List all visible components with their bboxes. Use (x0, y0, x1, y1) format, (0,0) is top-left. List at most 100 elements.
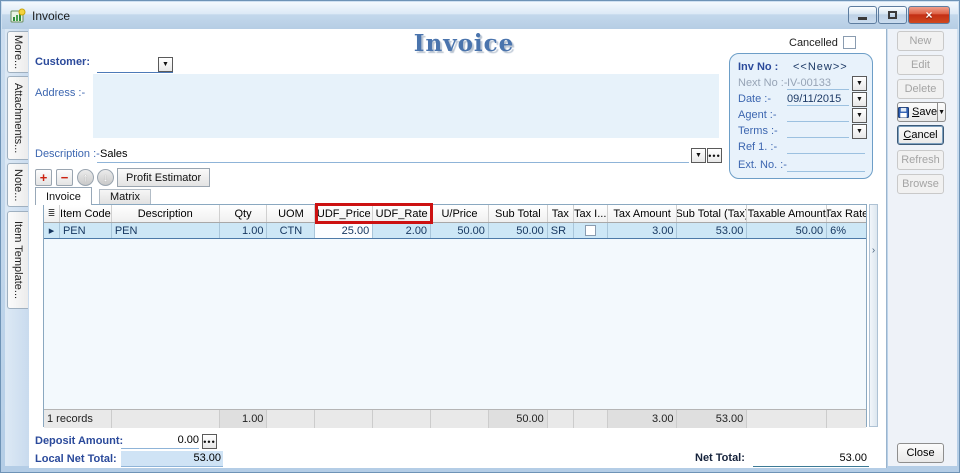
col-qty[interactable]: Qty (220, 205, 268, 222)
col-udf-rate[interactable]: UDF_Rate (373, 205, 431, 222)
cell-taxable-amount[interactable]: 50.00 (747, 223, 827, 238)
records-count: 1 records (44, 410, 112, 428)
col-tax-amount[interactable]: Tax Amount (608, 205, 678, 222)
date-dropdown-icon[interactable]: ▼ (852, 92, 867, 107)
edit-button[interactable]: Edit (897, 55, 944, 75)
cell-item-code[interactable]: PEN (60, 223, 112, 238)
col-uom[interactable]: UOM (267, 205, 315, 222)
cell-sub-total[interactable]: 50.00 (489, 223, 548, 238)
customer-combobox[interactable]: ▼ (97, 57, 173, 73)
terms-label: Terms :- (738, 125, 778, 137)
sidebar-tab-attachments[interactable]: Attachments... (7, 76, 28, 160)
ref1-label: Ref 1. :- (738, 141, 777, 153)
description-label: Description :- (35, 148, 100, 160)
browse-button[interactable]: Browse (897, 174, 944, 194)
address-label: Address :- (35, 87, 85, 99)
tab-matrix[interactable]: Matrix (99, 189, 151, 205)
cell-tax-amount[interactable]: 3.00 (608, 223, 678, 238)
deposit-amount-field[interactable]: 0.00 (121, 434, 199, 449)
sidebar-tab-item-template[interactable]: Item Template... (7, 211, 28, 309)
cell-description[interactable]: PEN (112, 223, 220, 238)
address-field[interactable] (93, 74, 719, 138)
cell-qty[interactable]: 1.00 (220, 223, 268, 238)
cell-uom[interactable]: CTN (267, 223, 315, 238)
net-total-label: Net Total: (695, 452, 745, 464)
date-label: Date :- (738, 93, 771, 105)
deposit-amount-label: Deposit Amount: (35, 435, 123, 447)
cell-sub-total-tax[interactable]: 53.00 (677, 223, 747, 238)
next-no-dropdown-icon[interactable]: ▼ (852, 76, 867, 91)
minimize-button[interactable] (848, 6, 877, 24)
ext-no-label: Ext. No. :- (738, 159, 787, 171)
cell-udf-price[interactable]: 25.00 (315, 223, 373, 238)
col-u-price[interactable]: U/Price (431, 205, 489, 222)
cancel-button[interactable]: Cancel (897, 125, 944, 145)
cancelled-checkbox[interactable] (843, 36, 856, 49)
move-down-button[interactable]: ↓ (97, 169, 114, 186)
col-sub-total-tax[interactable]: Sub Total (Tax) (677, 205, 747, 222)
inv-no-value: <<New>> (793, 61, 855, 73)
main-form-area: Invoice Cancelled Customer: ▼ Address :-… (29, 29, 887, 468)
cell-tax-rate[interactable]: 6% (827, 223, 866, 238)
agent-label: Agent :- (738, 109, 777, 121)
app-icon (10, 8, 26, 24)
save-button-label: Save (912, 106, 937, 118)
customer-label: Customer: (35, 56, 90, 68)
tax-inclusive-checkbox[interactable] (585, 225, 596, 236)
col-tax[interactable]: Tax (548, 205, 574, 222)
maximize-button[interactable] (878, 6, 907, 24)
grid-selector-icon[interactable]: ≣ (48, 208, 56, 219)
inv-no-label: Inv No : (738, 61, 778, 73)
remove-row-button[interactable]: − (56, 169, 73, 186)
col-sub-total[interactable]: Sub Total (489, 205, 548, 222)
refresh-button[interactable]: Refresh (897, 150, 944, 170)
deposit-ellipsis-button[interactable]: ••• (202, 434, 217, 449)
invoice-info-panel: Inv No : <<New>> Next No :- IV-00133 ▼ D… (729, 53, 873, 179)
col-udf-price[interactable]: UDF_Price (315, 205, 373, 222)
close-window-button[interactable]: × (908, 6, 950, 24)
sidebar-tab-note[interactable]: Note... (7, 163, 28, 207)
terms-dropdown-icon[interactable]: ▼ (852, 124, 867, 139)
grid-empty-area (44, 239, 866, 409)
delete-button[interactable]: Delete (897, 79, 944, 99)
floppy-disk-icon (898, 107, 909, 118)
next-no-label: Next No :- (738, 77, 788, 89)
cell-u-price[interactable]: 50.00 (431, 223, 489, 238)
sidebar-tab-more[interactable]: More... (7, 31, 28, 73)
save-button[interactable]: Save (897, 102, 938, 122)
tab-invoice[interactable]: Invoice (35, 187, 92, 205)
col-item-code[interactable]: Item Code (60, 205, 112, 222)
close-button[interactable]: Close (897, 443, 944, 463)
move-up-button[interactable]: ↑ (77, 169, 94, 186)
titlebar[interactable]: Invoice × (2, 2, 958, 29)
window-title: Invoice (32, 9, 70, 23)
description-ellipsis-button[interactable]: ••• (707, 148, 722, 163)
local-net-total-label: Local Net Total: (35, 453, 117, 465)
profit-estimator-button[interactable]: Profit Estimator (117, 168, 210, 187)
col-tax-inclusive[interactable]: Tax I... (574, 205, 608, 222)
description-dropdown-icon[interactable]: ▼ (691, 148, 706, 163)
invoice-window: Invoice × More... Attachments... Note...… (0, 0, 960, 473)
net-total-value: 53.00 (753, 452, 867, 464)
new-button[interactable]: New (897, 31, 944, 51)
splitter-expand-icon[interactable]: › (872, 245, 875, 426)
grid-header-row: ≣ Item Code Description Qty UOM UDF_Pric… (44, 205, 866, 223)
grid-footer-row: 1 records 1.00 50.00 3.00 53.00 (44, 409, 866, 428)
grid-splitter[interactable]: › (869, 204, 878, 427)
cell-tax[interactable]: SR (548, 223, 574, 238)
col-taxable-amount[interactable]: Taxable Amount (747, 205, 827, 222)
description-field[interactable] (97, 147, 689, 163)
customer-dropdown-icon[interactable]: ▼ (158, 57, 173, 72)
agent-dropdown-icon[interactable]: ▼ (852, 108, 867, 123)
save-dropdown-icon[interactable]: ▼ (938, 102, 946, 122)
invoice-line-grid: ≣ Item Code Description Qty UOM UDF_Pric… (43, 204, 867, 427)
table-row[interactable]: ▸ PEN PEN 1.00 CTN 25.00 2.00 50.00 50.0… (44, 223, 866, 239)
page-title: Invoice (384, 30, 544, 57)
date-value[interactable]: 09/11/2015 (787, 93, 849, 105)
col-description[interactable]: Description (112, 205, 220, 222)
cell-udf-rate[interactable]: 2.00 (373, 223, 431, 238)
add-row-button[interactable]: + (35, 169, 52, 186)
col-tax-rate[interactable]: Tax Rate (827, 205, 866, 222)
local-net-total-value: 53.00 (121, 451, 223, 467)
description-value[interactable]: Sales (100, 148, 128, 160)
